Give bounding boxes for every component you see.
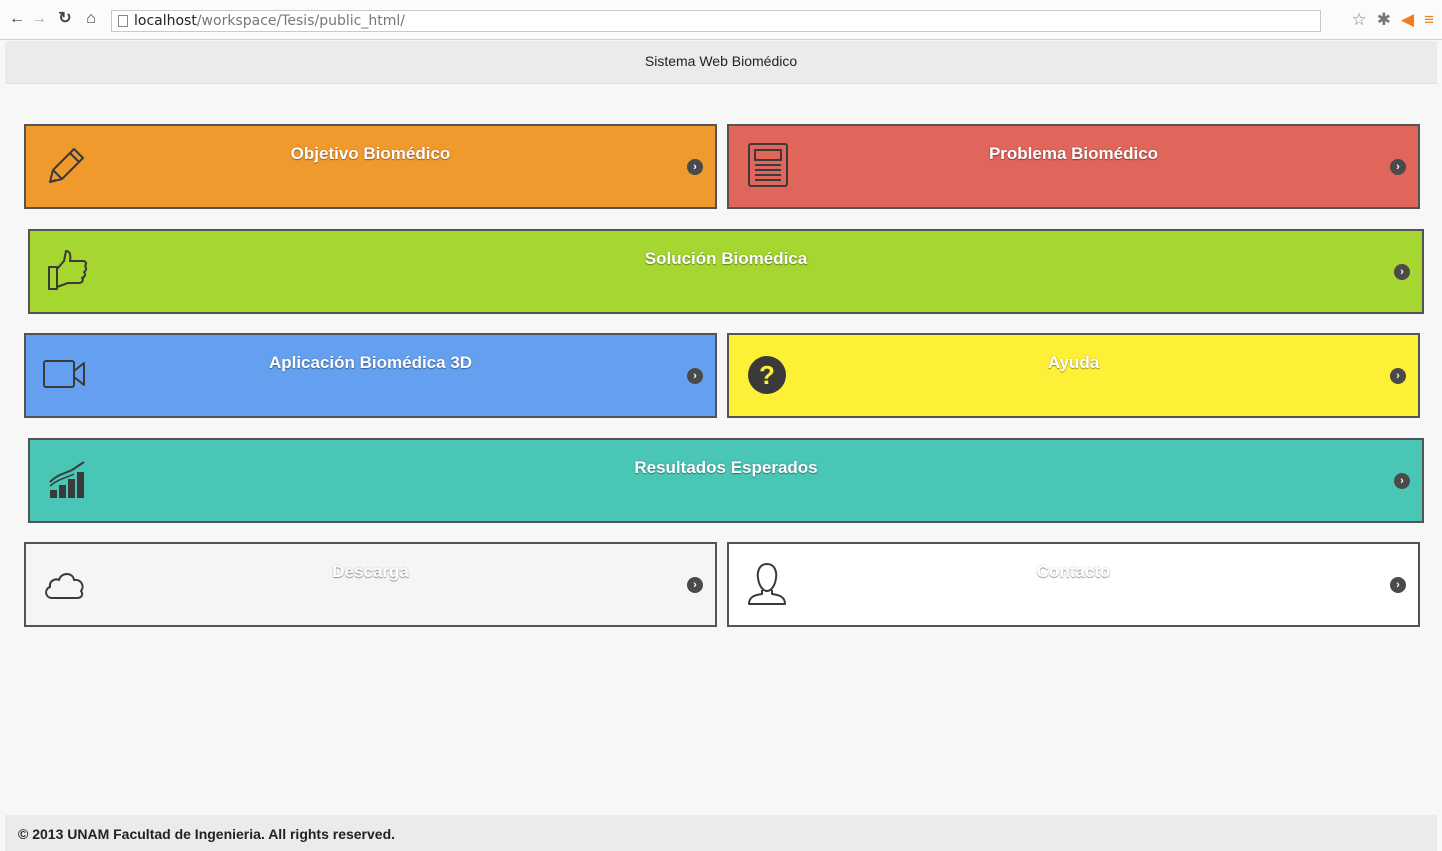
browser-toolbar: ← → ↻ ⌂ localhost/workspace/Tesis/public… xyxy=(0,0,1442,40)
tile-resultados-esperados[interactable]: Resultados Esperados › xyxy=(28,438,1424,523)
chevron-right-icon[interactable]: › xyxy=(687,368,703,384)
tile-aplicacion-biomedica-3d[interactable]: Aplicación Biomédica 3D › xyxy=(24,333,717,418)
tile-label: Resultados Esperados xyxy=(634,458,818,477)
chevron-right-icon[interactable]: › xyxy=(1394,473,1410,489)
chevron-right-icon[interactable]: › xyxy=(687,577,703,593)
tile-label: Aplicación Biomédica 3D xyxy=(268,353,473,372)
star-icon[interactable]: ☆ xyxy=(1352,10,1367,30)
tile-label: Ayuda xyxy=(1047,353,1100,372)
tile-problema-biomedico[interactable]: Problema Biomédico › xyxy=(727,124,1420,209)
forward-arrow-icon[interactable]: → xyxy=(30,10,48,28)
address-bar[interactable]: localhost/workspace/Tesis/public_html/ xyxy=(111,10,1321,32)
copyright-text: © 2013 UNAM Facultad de Ingenieria. All … xyxy=(18,826,396,842)
tile-contacto[interactable]: Contacto › xyxy=(727,542,1420,627)
page-header: Sistema Web Biomédico xyxy=(5,41,1437,84)
tile-ayuda[interactable]: ? Ayuda › xyxy=(727,333,1420,418)
tile-descarga[interactable]: Descarga › xyxy=(24,542,717,627)
tile-label: Objetivo Biomédico xyxy=(290,144,451,163)
tile-solucion-biomedica[interactable]: Solución Biomédica › xyxy=(28,229,1424,314)
tile-objetivo-biomedico[interactable]: Objetivo Biomédico › xyxy=(24,124,717,209)
url-host: localhost xyxy=(134,13,197,29)
chevron-right-icon[interactable]: › xyxy=(1394,264,1410,280)
tile-label: Solución Biomédica xyxy=(644,249,808,268)
page-icon xyxy=(118,15,128,27)
url-path: /workspace/Tesis/public_html/ xyxy=(196,13,405,29)
tile-label: Descarga xyxy=(332,562,409,581)
chevron-right-icon[interactable]: › xyxy=(1390,577,1406,593)
flag-icon[interactable]: ◀ xyxy=(1401,10,1414,30)
tile-label: Problema Biomédico xyxy=(988,144,1159,163)
page-footer: © 2013 UNAM Facultad de Ingenieria. All … xyxy=(5,815,1437,851)
extension-icon[interactable]: ✱ xyxy=(1377,10,1391,30)
chevron-right-icon[interactable]: › xyxy=(687,159,703,175)
page-title: Sistema Web Biomédico xyxy=(644,53,798,69)
chevron-right-icon[interactable]: › xyxy=(1390,368,1406,384)
tile-label: Contacto xyxy=(1036,562,1111,581)
back-arrow-icon[interactable]: ← xyxy=(8,10,26,28)
home-icon[interactable]: ⌂ xyxy=(82,10,100,28)
reload-icon[interactable]: ↻ xyxy=(56,10,74,28)
chevron-right-icon[interactable]: › xyxy=(1390,159,1406,175)
menu-icon[interactable]: ≡ xyxy=(1424,10,1434,30)
